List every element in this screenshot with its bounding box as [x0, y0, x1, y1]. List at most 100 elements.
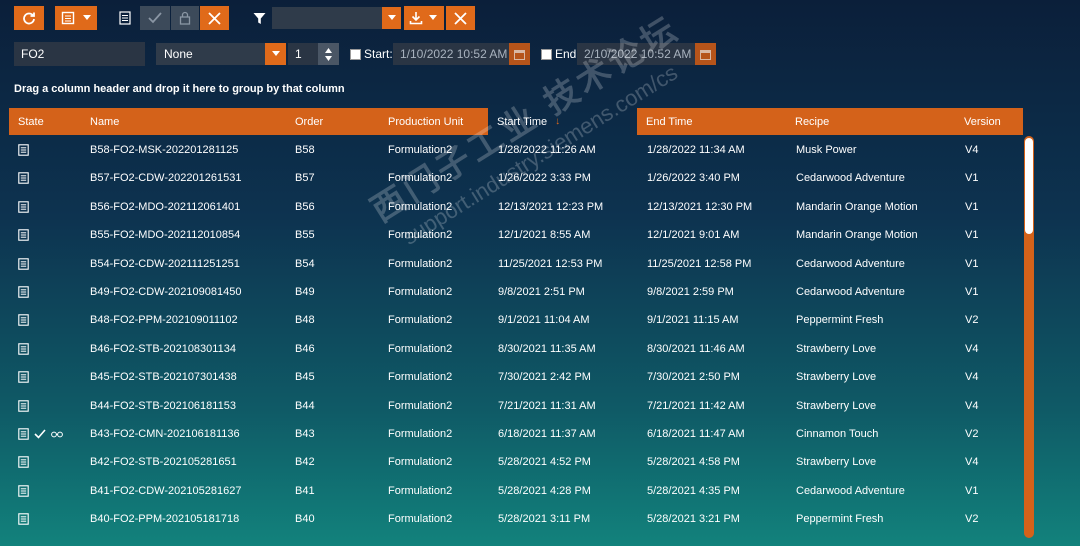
order-cell: B57 — [295, 172, 315, 185]
state-cell — [18, 448, 29, 476]
refresh-button[interactable] — [14, 6, 44, 30]
grid-body: B58-FO2-MSK-202201281125 B58 Formulation2 1… — [9, 136, 1023, 546]
group-panel-hint: Drag a column header and drop it here to… — [14, 83, 345, 95]
cancel-button[interactable] — [200, 6, 229, 30]
start-cell: 6/18/2021 11:37 AM — [498, 428, 596, 440]
table-row[interactable]: B44-FO2-STB-202106181153 B44 Formulation2 7… — [9, 392, 1023, 420]
recipe-cell: Strawberry Love — [796, 399, 877, 412]
document-icon[interactable] — [18, 343, 29, 355]
close-icon — [208, 11, 221, 25]
group-select-arrow[interactable] — [265, 43, 286, 65]
end-date-input[interactable]: 2/10/2022 10:52 AM — [577, 43, 695, 65]
version-cell: V2 — [965, 513, 979, 526]
start-cell: 1/26/2022 3:33 PM — [498, 172, 591, 185]
recipe-cell: Cedarwood Adventure — [796, 484, 905, 497]
order-cell: B46 — [295, 342, 315, 355]
document-icon[interactable] — [18, 513, 29, 525]
start-cell: 5/28/2021 3:11 PM — [498, 513, 591, 526]
document-icon[interactable] — [18, 485, 29, 497]
column-header-end-time[interactable]: End Time — [637, 108, 786, 135]
start-checkbox[interactable] — [350, 49, 361, 60]
table-row[interactable]: B45-FO2-STB-202107301438 B45 Formulation2 7… — [9, 363, 1023, 391]
document-icon[interactable] — [18, 144, 29, 156]
start-cell: 5/28/2021 4:52 PM — [498, 456, 591, 469]
order-cell: B41 — [295, 484, 315, 497]
document-icon[interactable] — [18, 257, 29, 270]
table-row[interactable]: B49-FO2-CDW-202109081450 B49 Formulation2 9… — [9, 278, 1023, 306]
state-cell — [18, 221, 29, 249]
document-icon[interactable] — [18, 201, 29, 213]
document-icon[interactable] — [18, 456, 29, 469]
start-date-input[interactable]: 1/10/2022 10:52 AM — [393, 43, 509, 65]
table-row[interactable]: B54-FO2-CDW-202111251251 B54 Formulation2 1… — [9, 250, 1023, 278]
order-cell: B48 — [295, 314, 315, 327]
column-header-label: Recipe — [795, 115, 830, 128]
stepper-spin-buttons[interactable] — [318, 43, 339, 65]
recipe-cell: Mandarin Orange Motion — [796, 200, 918, 213]
column-header-name[interactable]: Name — [81, 108, 286, 135]
layout-dropdown-button[interactable] — [55, 6, 97, 30]
lock-button[interactable] — [171, 6, 199, 30]
document-icon[interactable] — [18, 399, 29, 412]
state-cell — [18, 392, 29, 420]
accept-button[interactable] — [140, 6, 170, 30]
column-header-recipe[interactable]: Recipe — [786, 108, 955, 135]
refresh-icon — [23, 12, 35, 25]
column-header-version[interactable]: Version — [955, 108, 1023, 135]
calendar-icon — [514, 49, 525, 60]
group-select-value: None — [164, 47, 193, 61]
document-icon[interactable] — [18, 229, 29, 241]
end-cell: 8/30/2021 11:46 AM — [647, 342, 745, 355]
start-calendar-button[interactable] — [509, 43, 530, 65]
document-icon[interactable] — [18, 428, 29, 440]
name-cell: B48-FO2-PPM-202109011102 — [90, 314, 238, 327]
column-header-label: Order — [295, 115, 324, 128]
end-checkbox[interactable] — [541, 49, 552, 60]
end-cell: 6/18/2021 11:47 AM — [647, 428, 745, 440]
table-row[interactable]: B43-FO2-CMN-202106181136 B43 Formulation2 6… — [9, 420, 1023, 448]
details-button[interactable] — [117, 9, 133, 27]
table-row[interactable]: B58-FO2-MSK-202201281125 B58 Formulation2 1… — [9, 136, 1023, 164]
table-row[interactable]: B46-FO2-STB-202108301134 B46 Formulation2 8… — [9, 335, 1023, 363]
table-row[interactable]: B55-FO2-MDO-202112010854 B55 Formulation2 1… — [9, 221, 1023, 249]
download-dropdown-button[interactable] — [404, 6, 444, 30]
version-cell: V4 — [965, 399, 979, 412]
filter-select-arrow[interactable] — [382, 7, 401, 29]
chevron-up-icon[interactable] — [325, 47, 332, 53]
document-icon[interactable] — [18, 286, 29, 298]
end-cell: 7/21/2021 11:42 AM — [647, 399, 745, 412]
table-row[interactable]: B42-FO2-STB-202105281651 B42 Formulation2 5… — [9, 448, 1023, 476]
column-header-state[interactable]: State — [9, 108, 81, 135]
document-icon[interactable] — [18, 172, 29, 185]
column-header-order[interactable]: Order — [286, 108, 379, 135]
name-cell: B55-FO2-MDO-202112010854 — [90, 229, 241, 242]
end-calendar-button[interactable] — [695, 43, 716, 65]
group-select[interactable]: None — [156, 43, 265, 65]
filter-select[interactable] — [272, 7, 382, 29]
table-row[interactable]: B40-FO2-PPM-202105181718 B40 Formulation2 5… — [9, 505, 1023, 533]
document-icon[interactable] — [18, 314, 29, 327]
version-cell: V2 — [965, 428, 979, 440]
chevron-down-icon — [271, 51, 280, 56]
end-cell: 7/30/2021 2:50 PM — [647, 371, 740, 384]
name-cell: B43-FO2-CMN-202106181136 — [90, 428, 240, 440]
table-row[interactable]: B57-FO2-CDW-202201261531 B57 Formulation2 1… — [9, 164, 1023, 192]
column-header-label: Name — [90, 115, 120, 128]
scrollbar-thumb[interactable] — [1025, 138, 1033, 234]
filter-button[interactable] — [250, 9, 268, 27]
search-input-value: FO2 — [21, 47, 45, 61]
count-stepper-value: 1 — [295, 47, 302, 61]
table-row[interactable]: B56-FO2-MDO-202112061401 B56 Formulation2 1… — [9, 193, 1023, 221]
chevron-down-icon[interactable] — [325, 55, 332, 61]
table-row[interactable]: B48-FO2-PPM-202109011102 B48 Formulation2 9… — [9, 306, 1023, 334]
order-cell: B55 — [295, 229, 315, 242]
column-header-start-time[interactable]: Start Time ↓ — [488, 108, 637, 135]
table-row[interactable]: B41-FO2-CDW-202105281627 B41 Formulation2 5… — [9, 477, 1023, 505]
column-header-production-unit[interactable]: Production Unit — [379, 108, 488, 135]
vertical-scrollbar[interactable] — [1024, 136, 1034, 538]
count-stepper[interactable]: 1 — [288, 43, 318, 65]
version-cell: V1 — [965, 172, 979, 185]
clear-filter-button[interactable] — [446, 6, 475, 30]
search-input[interactable]: FO2 — [14, 42, 145, 66]
document-icon[interactable] — [18, 371, 29, 383]
